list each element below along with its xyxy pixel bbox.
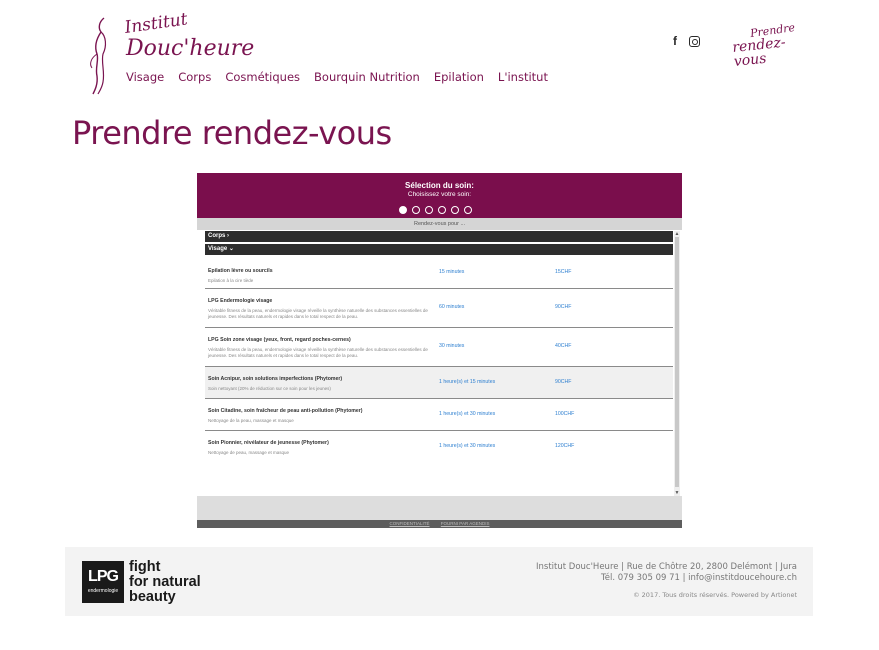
service-name: LPG Soin zone visage (yeux, front, regar… [208,337,351,343]
cta-line-2: rendez-vous [731,34,787,70]
facebook-icon[interactable]: f [673,34,677,48]
main-nav: Visage Corps Cosmétiques Bourquin Nutrit… [126,70,548,84]
widget-title: Sélection du soin: [405,181,474,190]
widget-footer-area [197,496,682,520]
service-row[interactable]: Soin Citadine, soin fraîcheur de peau an… [205,399,673,431]
nav-institut[interactable]: L'institut [498,70,548,84]
service-desc: Véritable fitness de la peau, endermolog… [208,347,428,358]
book-appointment-link[interactable]: Prendre rendez-vous [730,21,810,70]
nav-visage[interactable]: Visage [126,70,164,84]
service-desc: Nettoyage de peau, massage et masque [208,450,290,455]
service-desc: Soin nettoyant (20% de réduction sur ce … [208,386,331,391]
step-dot [464,206,472,214]
logo-line-1: Institut [123,9,189,38]
service-price: 120CHF [555,443,575,449]
footer-copyright: © 2017. Tous droits réservés. Powered by… [633,591,797,599]
site-footer: LPG endermologie fight for natural beaut… [65,547,813,616]
logo-line-2: Douc'heure [126,36,255,61]
service-row[interactable]: LPG Endermologie visage Véritable fitnes… [205,289,673,328]
category-visage[interactable]: Visage ⌄ [205,244,673,255]
slogan-line: fight [129,559,161,575]
step-dot [451,206,459,214]
service-name: LPG Endermologie visage [208,298,273,304]
service-duration: 1 heure(s) et 30 minutes [439,443,496,449]
widget-subtitle: Choisissez votre soin: [407,191,472,198]
step-dot [438,206,446,214]
nav-bourquin-nutrition[interactable]: Bourquin Nutrition [314,70,420,84]
service-name: Epilation lèvre ou sourcils [208,268,273,274]
service-row[interactable]: Epilation lèvre ou sourcils Epilation à … [205,257,673,289]
footer-info: Institut Douc'Heure | Rue de Chôtre 20, … [536,562,797,599]
page-title: Prendre rendez-vous [72,114,392,152]
service-duration: 1 heure(s) et 30 minutes [439,411,496,417]
service-list: Corps › Visage ⌄ Epilation lèvre ou sour… [205,231,673,496]
social-links: f [673,34,700,48]
service-duration: 1 heure(s) et 15 minutes [439,379,496,385]
service-row[interactable]: LPG Soin zone visage (yeux, front, regar… [205,328,673,367]
widget-header: Sélection du soin: Choisissez votre soin… [197,173,682,218]
service-name: Soin Acnipur, soin solutions imperfectio… [208,376,343,382]
widget-footer: CONFIDENTIALITÉ FOURNI PAR AGENDIS [197,520,682,528]
step-dot [412,206,420,214]
lpg-logo-text: LPG [88,568,119,585]
service-name: Soin Citadine, soin fraîcheur de peau an… [208,408,363,414]
service-desc: Véritable fitness de la peau, endermolog… [208,308,428,319]
scrollbar-thumb[interactable] [675,237,679,487]
service-duration: 15 minutes [439,269,465,275]
service-desc: Epilation à la cire tiède [208,278,254,283]
nav-epilation[interactable]: Epilation [434,70,484,84]
service-duration: 60 minutes [439,304,465,310]
footer-contact[interactable]: Tél. 079 305 09 71 | info@institdoucehou… [536,573,797,584]
appointment-for-bar[interactable]: Rendez-vous pour ... [197,218,682,230]
service-price: 100CHF [555,411,575,417]
slogan-line: for natural [129,574,201,590]
step-indicator [399,206,472,214]
nav-corps[interactable]: Corps [178,70,211,84]
service-price: 15CHF [555,269,572,275]
silhouette-logo-icon [90,17,107,95]
step-dot [399,206,407,214]
site-logo[interactable]: Institut Douc'heure [86,9,254,98]
step-dot [425,206,433,214]
instagram-icon[interactable] [689,35,700,47]
lpg-slogan: fight for natural beauty [129,560,201,605]
provider-link[interactable]: FOURNI PAR AGENDIS [441,521,490,526]
slogan-line: beauty [129,589,176,605]
category-corps[interactable]: Corps › [205,231,673,242]
footer-address: Institut Douc'Heure | Rue de Chôtre 20, … [536,562,797,572]
service-price: 90CHF [555,304,572,310]
lpg-logo[interactable]: LPG endermologie [82,561,124,603]
service-row[interactable]: Soin Pionnier, révélateur de jeunesse (P… [205,431,673,463]
service-price: 40CHF [555,343,572,349]
lpg-logo-sub: endermologie [87,588,119,594]
privacy-link[interactable]: CONFIDENTIALITÉ [390,521,430,526]
service-desc: Nettoyage de la peau, massage et masque [208,418,294,423]
booking-widget: Sélection du soin: Choisissez votre soin… [197,173,682,528]
nav-cosmetiques[interactable]: Cosmétiques [225,70,300,84]
service-name: Soin Pionnier, révélateur de jeunesse (P… [208,440,329,446]
service-price: 90CHF [555,379,572,385]
list-scrollbar[interactable]: ▲ ▼ [674,231,680,496]
service-row[interactable]: Soin Acnipur, soin solutions imperfectio… [205,367,673,399]
service-duration: 30 minutes [439,343,465,349]
